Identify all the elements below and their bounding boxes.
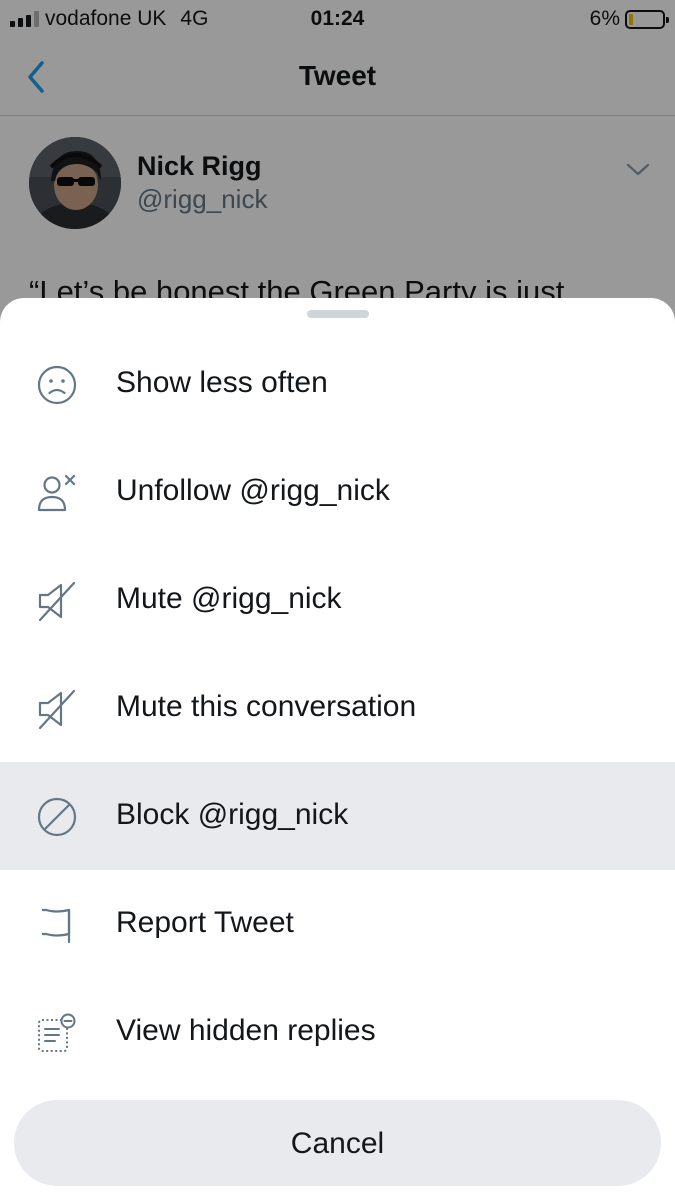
- menu-item-block[interactable]: Block @rigg_nick: [0, 762, 675, 870]
- action-sheet: Show less often Unfollow @rigg_nick Mute…: [0, 298, 675, 1200]
- menu-item-mute-conversation[interactable]: Mute this conversation: [0, 654, 675, 762]
- mute-icon: [38, 689, 76, 730]
- menu-item-label: Block @rigg_nick: [116, 798, 349, 831]
- menu-item-label: Report Tweet: [116, 906, 294, 939]
- cancel-button[interactable]: Cancel: [14, 1100, 661, 1186]
- sad-face-icon: [37, 365, 77, 405]
- menu-item-unfollow[interactable]: Unfollow @rigg_nick: [0, 438, 675, 546]
- block-icon: [37, 797, 77, 837]
- mute-icon: [38, 581, 76, 622]
- menu-item-show-less-often[interactable]: Show less often: [0, 330, 675, 438]
- menu-item-label: View hidden replies: [116, 1014, 376, 1047]
- menu-item-label: Show less often: [116, 366, 328, 399]
- menu-item-mute-user[interactable]: Mute @rigg_nick: [0, 546, 675, 654]
- unfollow-user-icon: [37, 474, 76, 512]
- menu-item-view-hidden-replies[interactable]: View hidden replies: [0, 978, 675, 1086]
- menu-item-label: Mute @rigg_nick: [116, 582, 342, 615]
- hidden-replies-icon: [38, 1013, 76, 1052]
- flag-icon: [42, 908, 71, 944]
- sheet-grabber[interactable]: [307, 310, 369, 318]
- cancel-label: Cancel: [290, 1127, 385, 1160]
- menu-item-label: Unfollow @rigg_nick: [116, 474, 390, 507]
- menu-item-label: Mute this conversation: [116, 690, 417, 723]
- menu-item-report-tweet[interactable]: Report Tweet: [0, 870, 675, 978]
